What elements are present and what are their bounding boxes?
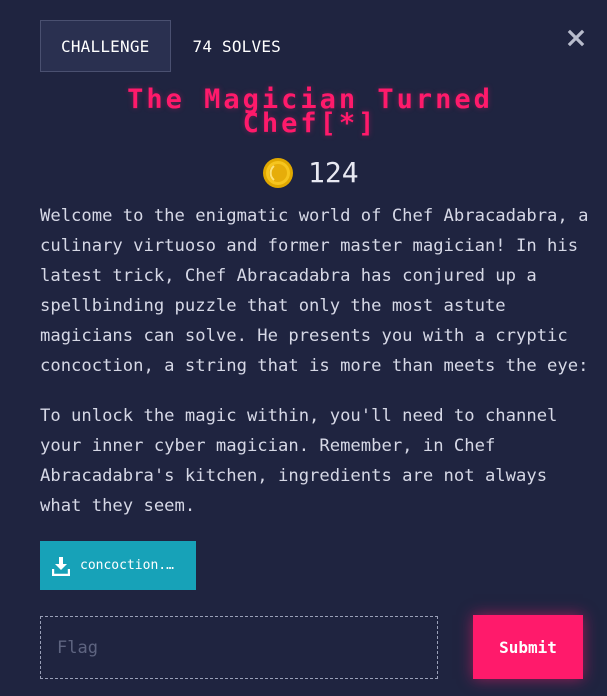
file-name: concoction.…	[80, 558, 174, 573]
download-icon	[52, 556, 70, 576]
points-value: 124	[308, 156, 359, 189]
submit-button[interactable]: Submit	[473, 615, 583, 679]
description-paragraph: To unlock the magic within, you'll need …	[40, 406, 558, 516]
close-icon[interactable]	[566, 28, 586, 48]
tab-bar: CHALLENGE 74 SOLVES	[40, 20, 301, 72]
download-file-button[interactable]: concoction.…	[40, 541, 196, 590]
tab-challenge[interactable]: CHALLENGE	[40, 20, 171, 72]
challenge-title: The Magician Turned Chef[*]	[0, 86, 607, 139]
description-paragraph: Welcome to the enigmatic world of Chef A…	[40, 206, 589, 376]
challenge-points: 124	[262, 156, 359, 189]
challenge-description: Welcome to the enigmatic world of Chef A…	[40, 201, 590, 521]
tab-solves[interactable]: 74 SOLVES	[171, 20, 302, 72]
flag-input[interactable]	[40, 616, 438, 679]
coin-icon	[263, 157, 293, 188]
challenge-title-line2: Chef[*]	[242, 108, 378, 139]
